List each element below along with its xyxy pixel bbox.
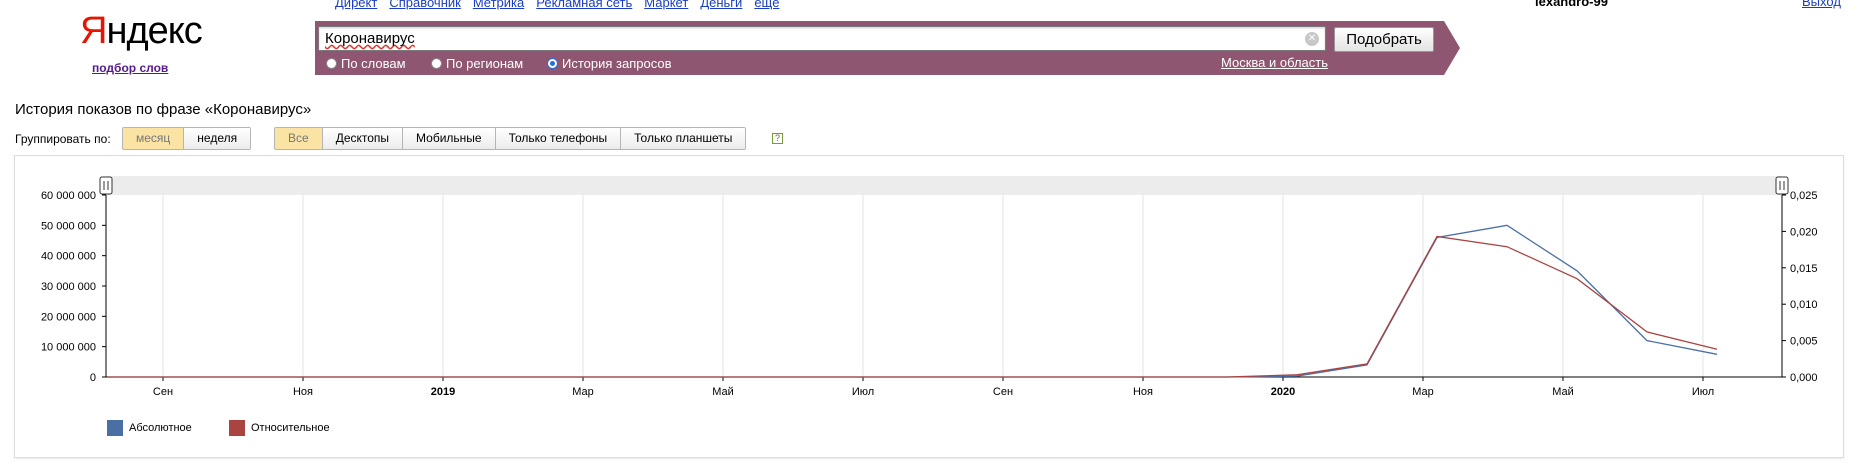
chart-axes: 0 10 000 000 20 000 000 30 000 000 40 000 00… xyxy=(41,190,1818,398)
legend-item-absolute[interactable]: Абсолютное xyxy=(107,420,192,436)
legend-swatch-relative xyxy=(229,420,245,436)
x-tick-label: Мар xyxy=(1412,386,1434,398)
x-tick-label: Сен xyxy=(993,386,1013,398)
history-chart: 0 10 000 000 20 000 000 30 000 000 40 000 00… xyxy=(41,176,1818,398)
x-tick-label: Май xyxy=(712,386,734,398)
series-line-relative xyxy=(107,235,1718,378)
x-tick-label: 2020 xyxy=(1271,386,1295,398)
y-left-tick-label: 0 xyxy=(90,372,96,384)
x-tick-label: Июл xyxy=(852,386,874,398)
y-right-tick-label: 0,005 xyxy=(1790,336,1818,348)
navigator-strip xyxy=(106,176,1782,195)
x-tick-label: Июл xyxy=(1692,386,1714,398)
navigator-handle-left[interactable] xyxy=(99,176,113,195)
x-tick-label: Ноя xyxy=(293,386,313,398)
y-left-tick-label: 60 000 000 xyxy=(41,190,96,202)
y-left-tick-label: 40 000 000 xyxy=(41,251,96,263)
y-right-tick-label: 0,010 xyxy=(1790,299,1818,311)
y-right-tick-label: 0,015 xyxy=(1790,263,1818,275)
x-tick-label: Сен xyxy=(153,386,173,398)
x-tick-label: Май xyxy=(1552,386,1574,398)
y-left-tick-label: 30 000 000 xyxy=(41,281,96,293)
y-left-tick-label: 10 000 000 xyxy=(41,342,96,354)
chart-lines xyxy=(107,224,1718,378)
chart-navigator xyxy=(99,176,1789,195)
y-right-tick-label: 0,025 xyxy=(1790,190,1818,202)
x-tick-label: 2019 xyxy=(431,386,455,398)
y-right-tick-label: 0,020 xyxy=(1790,226,1818,238)
chart-grid xyxy=(162,195,1704,377)
legend-item-relative[interactable]: Относительное xyxy=(229,420,330,436)
y-right-tick-label: 0,000 xyxy=(1790,372,1818,384)
legend-label: Абсолютное xyxy=(129,422,192,434)
x-tick-label: Мар xyxy=(572,386,594,398)
y-left-tick-label: 50 000 000 xyxy=(41,220,96,232)
legend-label: Относительное xyxy=(251,422,330,434)
x-tick-label: Ноя xyxy=(1133,386,1153,398)
y-left-tick-label: 20 000 000 xyxy=(41,311,96,323)
series-line-absolute xyxy=(107,224,1718,378)
legend-swatch-absolute xyxy=(107,420,123,436)
navigator-handle-right[interactable] xyxy=(1775,176,1789,195)
